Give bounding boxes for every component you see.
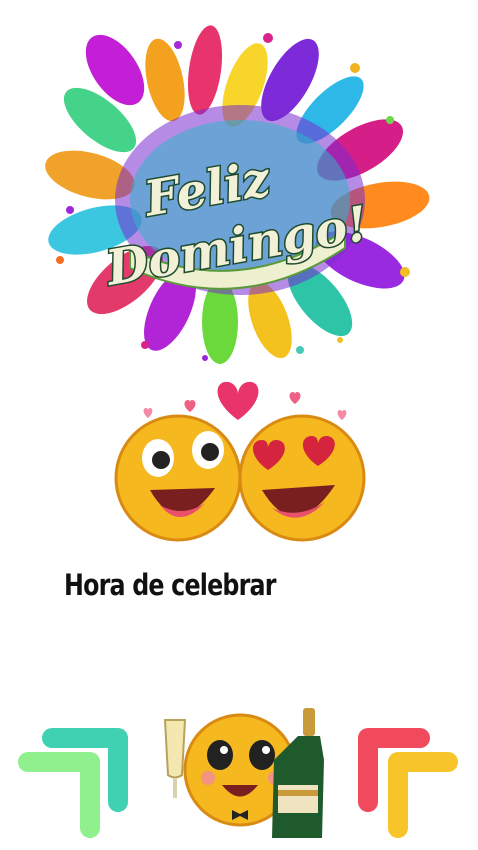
corner-arrow-left-icon — [18, 728, 128, 838]
champagne-toast-emoji-icon — [163, 708, 324, 838]
story-canvas: Feliz Domingo! Hora de celebrar — [0, 0, 478, 850]
bottom-decorations — [18, 708, 458, 838]
corner-arrow-right-icon — [358, 728, 458, 838]
